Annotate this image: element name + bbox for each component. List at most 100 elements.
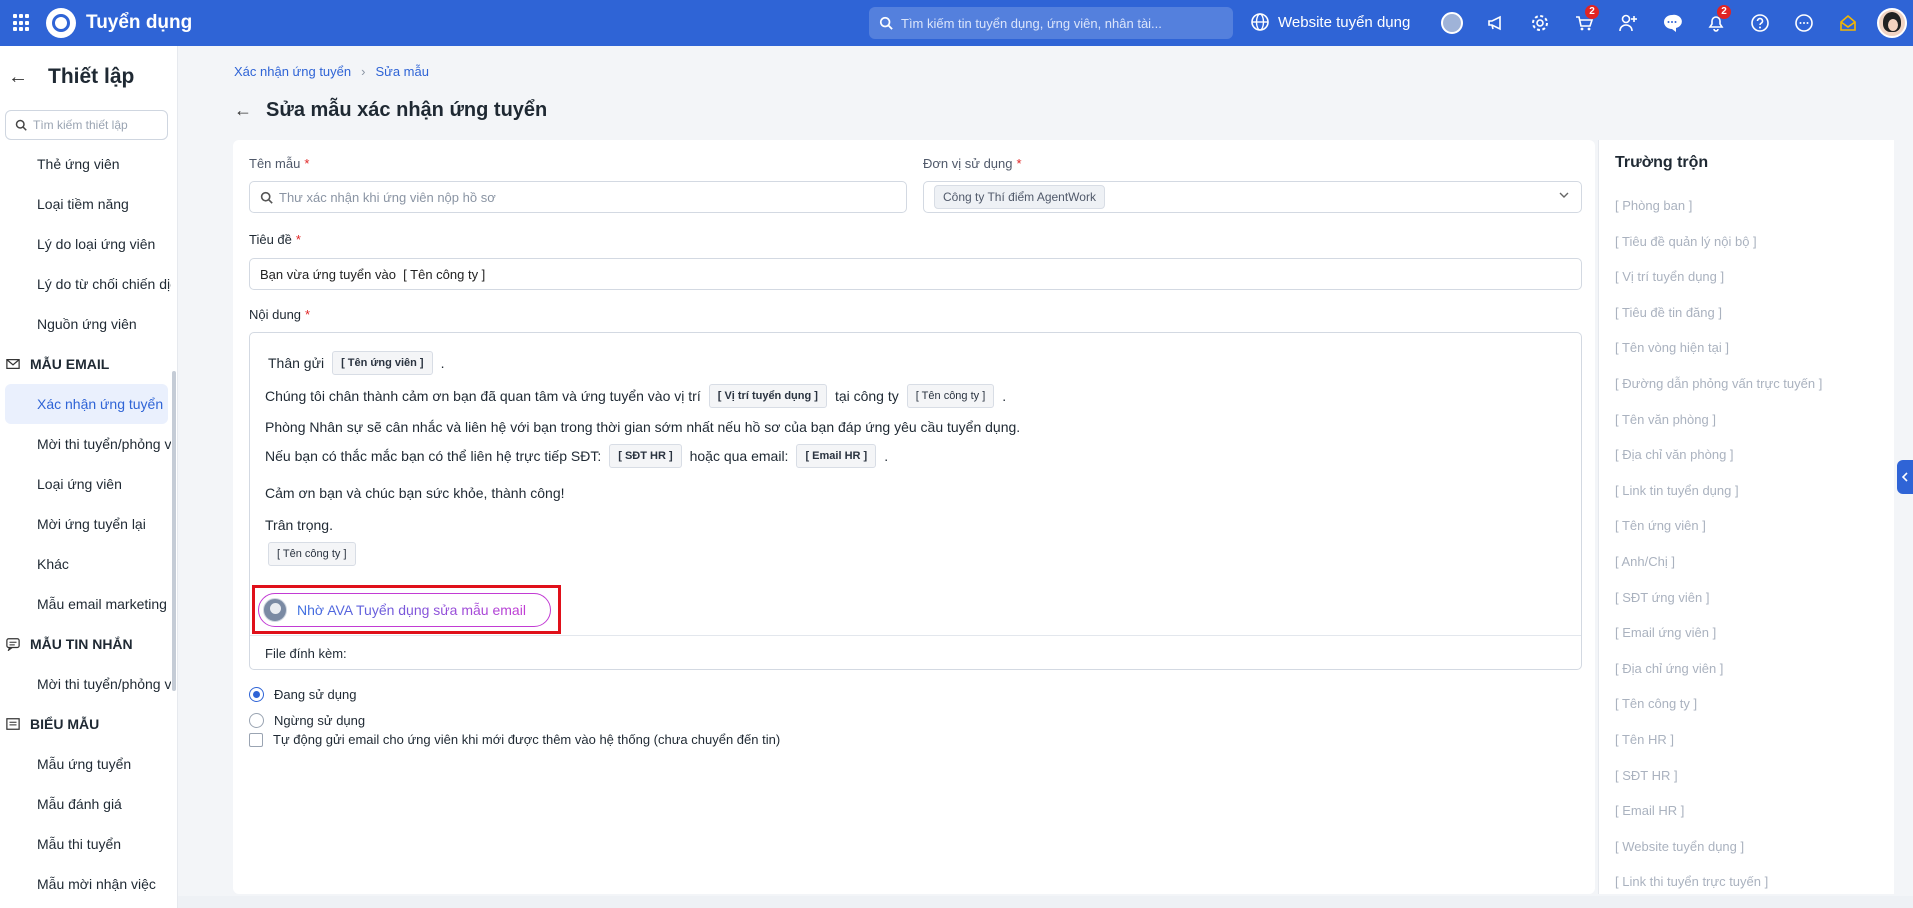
sidebar-item-rejection-reasons[interactable]: Lý do loại ứng viên: [0, 224, 171, 264]
merge-tag[interactable]: [ Vị trí tuyển dụng ]: [708, 384, 827, 408]
inbox-icon[interactable]: [1826, 0, 1870, 46]
ai-assistant-avatar[interactable]: [1430, 0, 1474, 46]
merge-tag[interactable]: [ Tên ứng viên ]: [332, 351, 433, 375]
status-inactive-radio[interactable]: [249, 713, 264, 728]
apps-grid-icon[interactable]: [13, 14, 31, 32]
merge-tag[interactable]: [ Email HR ]: [796, 444, 877, 468]
back-arrow-icon[interactable]: ←: [234, 100, 252, 121]
merge-field-item[interactable]: [ Website tuyển dụng ]: [1615, 829, 1822, 865]
ava-avatar: [263, 598, 287, 622]
sidebar-item-reject-candidate[interactable]: Loại ứng viên: [0, 464, 171, 504]
merge-tag[interactable]: [ Tên công ty ]: [268, 542, 356, 566]
content-line-wishes: Cảm ơn bạn và chúc bạn sức khỏe, thành c…: [265, 485, 565, 501]
sidebar-search-input[interactable]: [33, 118, 163, 132]
ava-edit-email-button[interactable]: Nhờ AVA Tuyển dụng sửa mẫu email: [258, 593, 551, 627]
merge-field-item[interactable]: [ Link thi tuyển trực tuyến ]: [1615, 864, 1822, 900]
app-logo[interactable]: [46, 8, 76, 38]
merge-field-item[interactable]: [ Tên vòng hiện tại ]: [1615, 330, 1822, 366]
subject-field[interactable]: [249, 258, 1582, 290]
website-link[interactable]: Website tuyển dụng: [1250, 12, 1410, 32]
sidebar-item-email-marketing[interactable]: Mẫu email marketing: [0, 584, 171, 624]
sidebar-item-reapply-invite[interactable]: Mời ứng tuyển lại: [0, 504, 171, 544]
status-active-radio[interactable]: [249, 687, 264, 702]
group-label: MẪU TIN NHẮN: [30, 636, 133, 652]
cart-badge: 2: [1585, 5, 1599, 19]
status-active-option[interactable]: Đang sử dụng: [249, 687, 356, 702]
status-inactive-option[interactable]: Ngừng sử dụng: [249, 713, 365, 728]
sidebar-scrollbar[interactable]: [172, 371, 176, 691]
help-icon[interactable]: [1738, 0, 1782, 46]
merge-field-item[interactable]: [ Tiêu đề quản lý nội bộ ]: [1615, 224, 1822, 260]
content-line-contact: Nếu bạn có thắc mắc bạn có thể liên hệ t…: [265, 444, 888, 468]
unit-label: Đơn vị sử dụng *: [923, 156, 1022, 171]
auto-send-option[interactable]: Tự động gửi email cho ứng viên khi mới đ…: [249, 732, 780, 747]
merge-fields-list: [ Phòng ban ] [ Tiêu đề quản lý nội bộ ]…: [1615, 188, 1822, 900]
merge-field-item[interactable]: [ Tên văn phòng ]: [1615, 402, 1822, 438]
merge-field-item[interactable]: [ Địa chỉ văn phòng ]: [1615, 437, 1822, 473]
ava-button-label: Nhờ AVA Tuyển dụng sửa mẫu email: [297, 602, 526, 618]
breadcrumb-parent[interactable]: Xác nhận ứng tuyển: [234, 64, 351, 79]
merge-field-item[interactable]: [ Vị trí tuyển dụng ]: [1615, 259, 1822, 295]
content-line-greeting: Thân gửi [ Tên ứng viên ] .: [268, 351, 445, 375]
unit-chip[interactable]: Công ty Thí điểm AgentWork: [934, 185, 1105, 209]
sidebar-item-offer-form[interactable]: Mẫu mời nhận việc: [0, 864, 171, 904]
merge-field-item[interactable]: [ Anh/Chị ]: [1615, 544, 1822, 580]
unit-select[interactable]: Công ty Thí điểm AgentWork: [923, 181, 1582, 213]
page-header: ← Sửa mẫu xác nhận ứng tuyển: [234, 99, 547, 122]
subject-input[interactable]: [260, 266, 1525, 282]
merge-field-item[interactable]: [ Tên ứng viên ]: [1615, 508, 1822, 544]
merge-field-item[interactable]: [ SĐT ứng viên ]: [1615, 580, 1822, 616]
sidebar-item-potential-types[interactable]: Loại tiềm năng: [0, 184, 171, 224]
more-icon[interactable]: [1782, 0, 1826, 46]
sidebar-item-sms-interview-invite[interactable]: Mời thi tuyển/phỏng vấn: [0, 664, 171, 704]
merge-field-item[interactable]: [ Email HR ]: [1615, 793, 1822, 829]
merge-field-item[interactable]: [ Link tin tuyển dụng ]: [1615, 473, 1822, 509]
merge-field-item[interactable]: [ Tiêu đề tin đăng ]: [1615, 295, 1822, 331]
global-search-input[interactable]: [901, 15, 1221, 31]
sidebar-search[interactable]: [5, 110, 168, 140]
name-field[interactable]: [249, 181, 907, 213]
page-title: Sửa mẫu xác nhận ứng tuyển: [266, 99, 548, 121]
sidebar-item-application-form[interactable]: Mẫu ứng tuyển: [0, 744, 171, 784]
sidebar-item-evaluation-form[interactable]: Mẫu đánh giá: [0, 784, 171, 824]
cart-icon[interactable]: 2: [1562, 0, 1606, 46]
sidebar-item-campaign-rejection[interactable]: Lý do từ chối chiến dịch: [0, 264, 171, 304]
sidebar-group-email: MẪU EMAIL: [0, 344, 171, 384]
editor-divider: [250, 635, 1581, 636]
merge-field-item[interactable]: [ Tên công ty ]: [1615, 686, 1822, 722]
global-search[interactable]: [869, 7, 1233, 39]
sidebar-item-interview-invite[interactable]: Mời thi tuyển/phỏng vấn: [0, 424, 171, 464]
chat-icon[interactable]: [1650, 0, 1694, 46]
content-line-signature: [ Tên công ty ]: [268, 542, 356, 566]
merge-field-item[interactable]: [ Email ứng viên ]: [1615, 615, 1822, 651]
megaphone-icon[interactable]: [1474, 0, 1518, 46]
sidebar-item-exam-form[interactable]: Mẫu thi tuyển: [0, 824, 171, 864]
merge-tag[interactable]: [ Tên công ty ]: [906, 384, 995, 408]
gear-icon[interactable]: [1518, 0, 1562, 46]
merge-fields-title: Trường trộn: [1615, 154, 1709, 171]
sidebar-item-application-confirm[interactable]: Xác nhận ứng tuyển: [5, 384, 168, 424]
merge-field-item[interactable]: [ SĐT HR ]: [1615, 758, 1822, 794]
back-arrow-icon[interactable]: ←: [8, 66, 36, 89]
sidebar-item-other[interactable]: Khác: [0, 544, 171, 584]
merge-tag[interactable]: [ SĐT HR ]: [609, 444, 682, 468]
bell-icon[interactable]: 2: [1694, 0, 1738, 46]
sidebar-item-candidate-sources[interactable]: Nguồn ứng viên: [0, 304, 171, 344]
notification-badge: 2: [1717, 5, 1731, 19]
auto-send-checkbox[interactable]: [249, 732, 263, 747]
app-title[interactable]: Tuyển dụng: [86, 12, 192, 34]
add-user-icon[interactable]: [1606, 0, 1650, 46]
collapse-panel-tab[interactable]: [1897, 460, 1913, 494]
merge-field-item[interactable]: [ Đường dẫn phỏng vấn trực tuyến ]: [1615, 366, 1822, 402]
form-icon: [6, 718, 20, 730]
message-icon: [6, 638, 20, 651]
attachment-label[interactable]: File đính kèm:: [265, 646, 347, 661]
sidebar-item-candidate-tags[interactable]: Thẻ ứng viên: [0, 144, 171, 184]
content-line-regards: Trân trọng.: [265, 517, 333, 533]
name-input[interactable]: [279, 189, 903, 205]
name-label: Tên mẫu *: [249, 156, 310, 171]
merge-field-item[interactable]: [ Tên HR ]: [1615, 722, 1822, 758]
merge-field-item[interactable]: [ Phòng ban ]: [1615, 188, 1822, 224]
user-avatar[interactable]: [1870, 0, 1913, 46]
merge-field-item[interactable]: [ Địa chỉ ứng viên ]: [1615, 651, 1822, 687]
